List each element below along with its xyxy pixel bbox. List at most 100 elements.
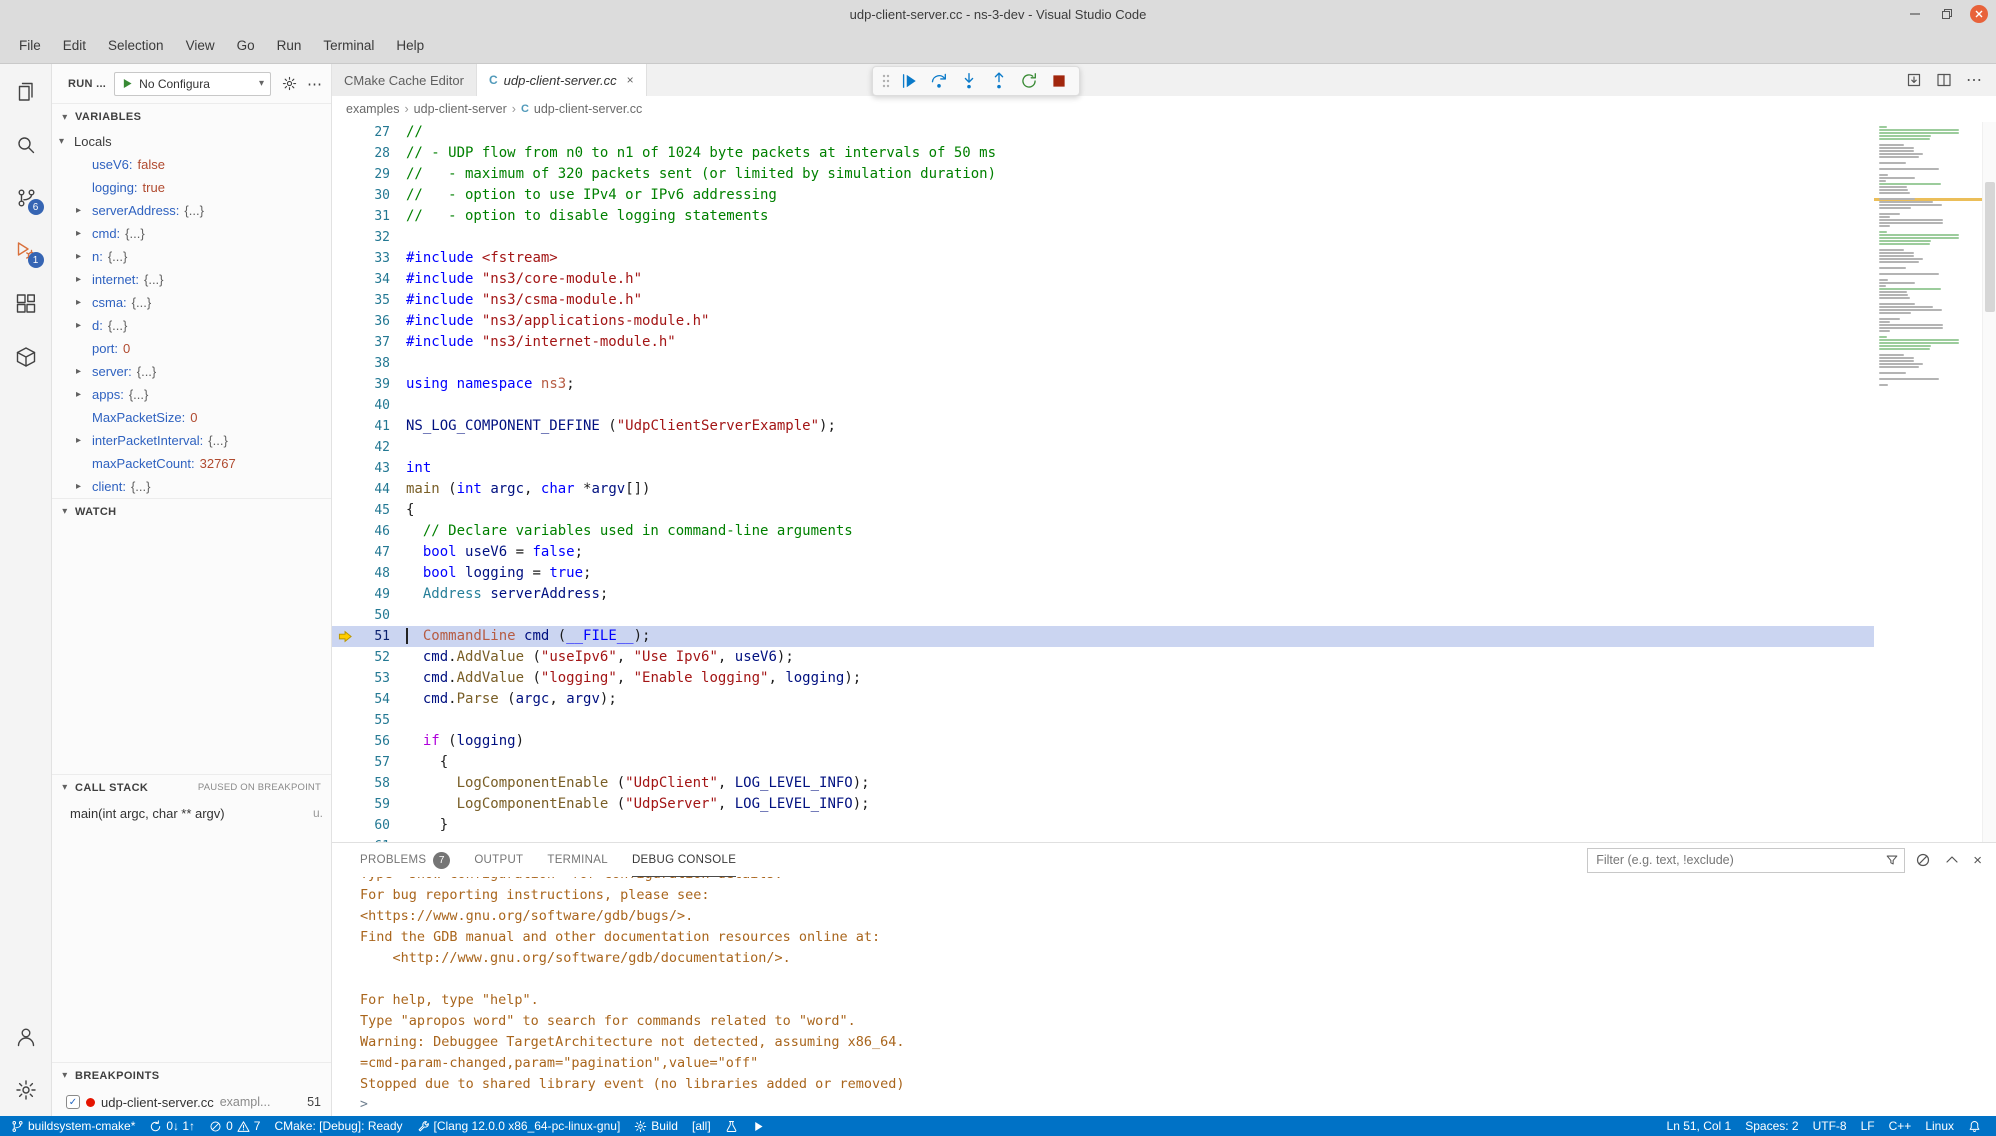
gutter[interactable]: 27 — [332, 122, 406, 143]
variable-item[interactable]: ▸server:{...} — [52, 360, 331, 383]
debug-config-dropdown[interactable]: No Configura ▾ — [114, 72, 271, 96]
gutter[interactable]: 44 — [332, 479, 406, 500]
explorer-icon[interactable] — [8, 74, 44, 110]
stop-icon[interactable] — [1047, 69, 1071, 93]
status-notifications[interactable] — [1961, 1116, 1988, 1136]
panel-tab-problems[interactable]: PROBLEMS7 — [360, 843, 450, 877]
gutter[interactable]: 29 — [332, 164, 406, 185]
drag-grip-icon[interactable] — [881, 73, 891, 89]
gutter[interactable]: 47 — [332, 542, 406, 563]
status-remote-os[interactable]: Linux — [1918, 1116, 1961, 1136]
split-editor-icon[interactable] — [1936, 72, 1952, 88]
gutter[interactable]: 55 — [332, 710, 406, 731]
menu-item-view[interactable]: View — [175, 34, 226, 57]
variable-item[interactable]: ▸csma:{...} — [52, 291, 331, 314]
gutter[interactable]: 34 — [332, 269, 406, 290]
status-cursor-position[interactable]: Ln 51, Col 1 — [1660, 1116, 1739, 1136]
continue-icon[interactable] — [897, 69, 921, 93]
minimap[interactable] — [1874, 122, 1982, 842]
variable-item[interactable]: ▸n:{...} — [52, 245, 331, 268]
gutter[interactable]: 37 — [332, 332, 406, 353]
run-and-debug-icon[interactable]: 1 — [8, 233, 44, 269]
gutter[interactable]: 33 — [332, 248, 406, 269]
status-indentation[interactable]: Spaces: 2 — [1738, 1116, 1805, 1136]
watch-section-header[interactable]: ▾ WATCH — [52, 498, 331, 524]
status-eol[interactable]: LF — [1854, 1116, 1882, 1136]
gutter[interactable]: 31 — [332, 206, 406, 227]
call-stack-section-header[interactable]: ▾ CALL STACK PAUSED ON BREAKPOINT — [52, 774, 331, 800]
restore-icon[interactable] — [1938, 5, 1956, 23]
variable-item[interactable]: logging:true — [52, 176, 331, 199]
gutter[interactable]: 36 — [332, 311, 406, 332]
debug-console-input[interactable]: > — [332, 1092, 1996, 1116]
menu-item-edit[interactable]: Edit — [52, 34, 97, 57]
menu-item-run[interactable]: Run — [266, 34, 313, 57]
panel-tab-terminal[interactable]: TERMINAL — [547, 843, 608, 877]
variable-item[interactable]: ▸internet:{...} — [52, 268, 331, 291]
variable-item[interactable]: ▸interPacketInterval:{...} — [52, 429, 331, 452]
menu-item-help[interactable]: Help — [385, 34, 435, 57]
gutter[interactable]: 51 — [332, 626, 406, 647]
status-cmake-build[interactable]: Build — [627, 1116, 685, 1136]
gutter[interactable]: 53 — [332, 668, 406, 689]
gutter[interactable]: 60 — [332, 815, 406, 836]
breadcrumb-item[interactable]: udp-client-server — [414, 102, 507, 116]
debug-console-output[interactable]: Type "show configuration" for configurat… — [332, 877, 1996, 1092]
settings-icon[interactable] — [8, 1072, 44, 1108]
status-cmake-launch[interactable] — [745, 1116, 772, 1136]
gutter[interactable]: 28 — [332, 143, 406, 164]
gutter[interactable]: 48 — [332, 563, 406, 584]
status-cmake-target[interactable]: [all] — [685, 1116, 718, 1136]
gutter[interactable]: 38 — [332, 353, 406, 374]
menu-item-go[interactable]: Go — [226, 34, 266, 57]
gutter[interactable]: 50 — [332, 605, 406, 626]
status-language-mode[interactable]: C++ — [1882, 1116, 1919, 1136]
gutter[interactable]: 40 — [332, 395, 406, 416]
variable-item[interactable]: ▸serverAddress:{...} — [52, 199, 331, 222]
debug-settings-gear-icon[interactable] — [279, 74, 299, 94]
breakpoint-checkbox[interactable]: ✓ — [66, 1095, 80, 1109]
menu-item-selection[interactable]: Selection — [97, 34, 175, 57]
close-tab-icon[interactable]: × — [627, 73, 634, 87]
account-icon[interactable] — [8, 1019, 44, 1055]
status-git-sync[interactable]: 0↓ 1↑ — [142, 1116, 202, 1136]
cmake-tools-icon[interactable] — [8, 339, 44, 375]
panel-tab-output[interactable]: OUTPUT — [474, 843, 523, 877]
menu-item-terminal[interactable]: Terminal — [312, 34, 385, 57]
status-git-branch[interactable]: buildsystem-cmake* — [4, 1116, 142, 1136]
scrollbar-slider[interactable] — [1985, 182, 1995, 312]
gutter[interactable]: 49 — [332, 584, 406, 605]
step-over-icon[interactable] — [927, 69, 951, 93]
download-icon[interactable] — [1906, 72, 1922, 88]
gutter[interactable]: 57 — [332, 752, 406, 773]
gutter[interactable]: 39 — [332, 374, 406, 395]
menu-item-file[interactable]: File — [8, 34, 52, 57]
editor-scrollbar[interactable] — [1982, 122, 1996, 842]
step-out-icon[interactable] — [987, 69, 1011, 93]
gutter[interactable]: 56 — [332, 731, 406, 752]
variable-item[interactable]: ▸client:{...} — [52, 475, 331, 498]
breakpoints-section-header[interactable]: ▾ BREAKPOINTS — [52, 1062, 331, 1088]
panel-tab-debug-console[interactable]: DEBUG CONSOLE — [632, 843, 736, 877]
more-actions-icon[interactable]: ⋯ — [1966, 70, 1982, 90]
gutter[interactable]: 54 — [332, 689, 406, 710]
variable-item[interactable]: ▸d:{...} — [52, 314, 331, 337]
editor-tab[interactable]: CMake Cache Editor — [332, 64, 477, 96]
gutter[interactable]: 58 — [332, 773, 406, 794]
status-cmake-kit[interactable]: [Clang 12.0.0 x86_64-pc-linux-gnu] — [410, 1116, 628, 1136]
gutter[interactable]: 42 — [332, 437, 406, 458]
gutter[interactable]: 30 — [332, 185, 406, 206]
console-filter-input[interactable] — [1587, 848, 1905, 873]
status-problems[interactable]: 07 — [202, 1116, 267, 1136]
restart-icon[interactable] — [1017, 69, 1041, 93]
gutter[interactable]: 41 — [332, 416, 406, 437]
step-into-icon[interactable] — [957, 69, 981, 93]
close-icon[interactable] — [1970, 5, 1988, 23]
editor-tab[interactable]: Cudp-client-server.cc× — [477, 64, 647, 96]
clear-console-icon[interactable] — [1915, 852, 1931, 868]
variables-section-header[interactable]: ▾ VARIABLES — [52, 104, 331, 130]
more-actions-icon[interactable]: ⋯ — [307, 75, 323, 93]
gutter[interactable]: 35 — [332, 290, 406, 311]
variable-item[interactable]: port:0 — [52, 337, 331, 360]
gutter[interactable]: 32 — [332, 227, 406, 248]
